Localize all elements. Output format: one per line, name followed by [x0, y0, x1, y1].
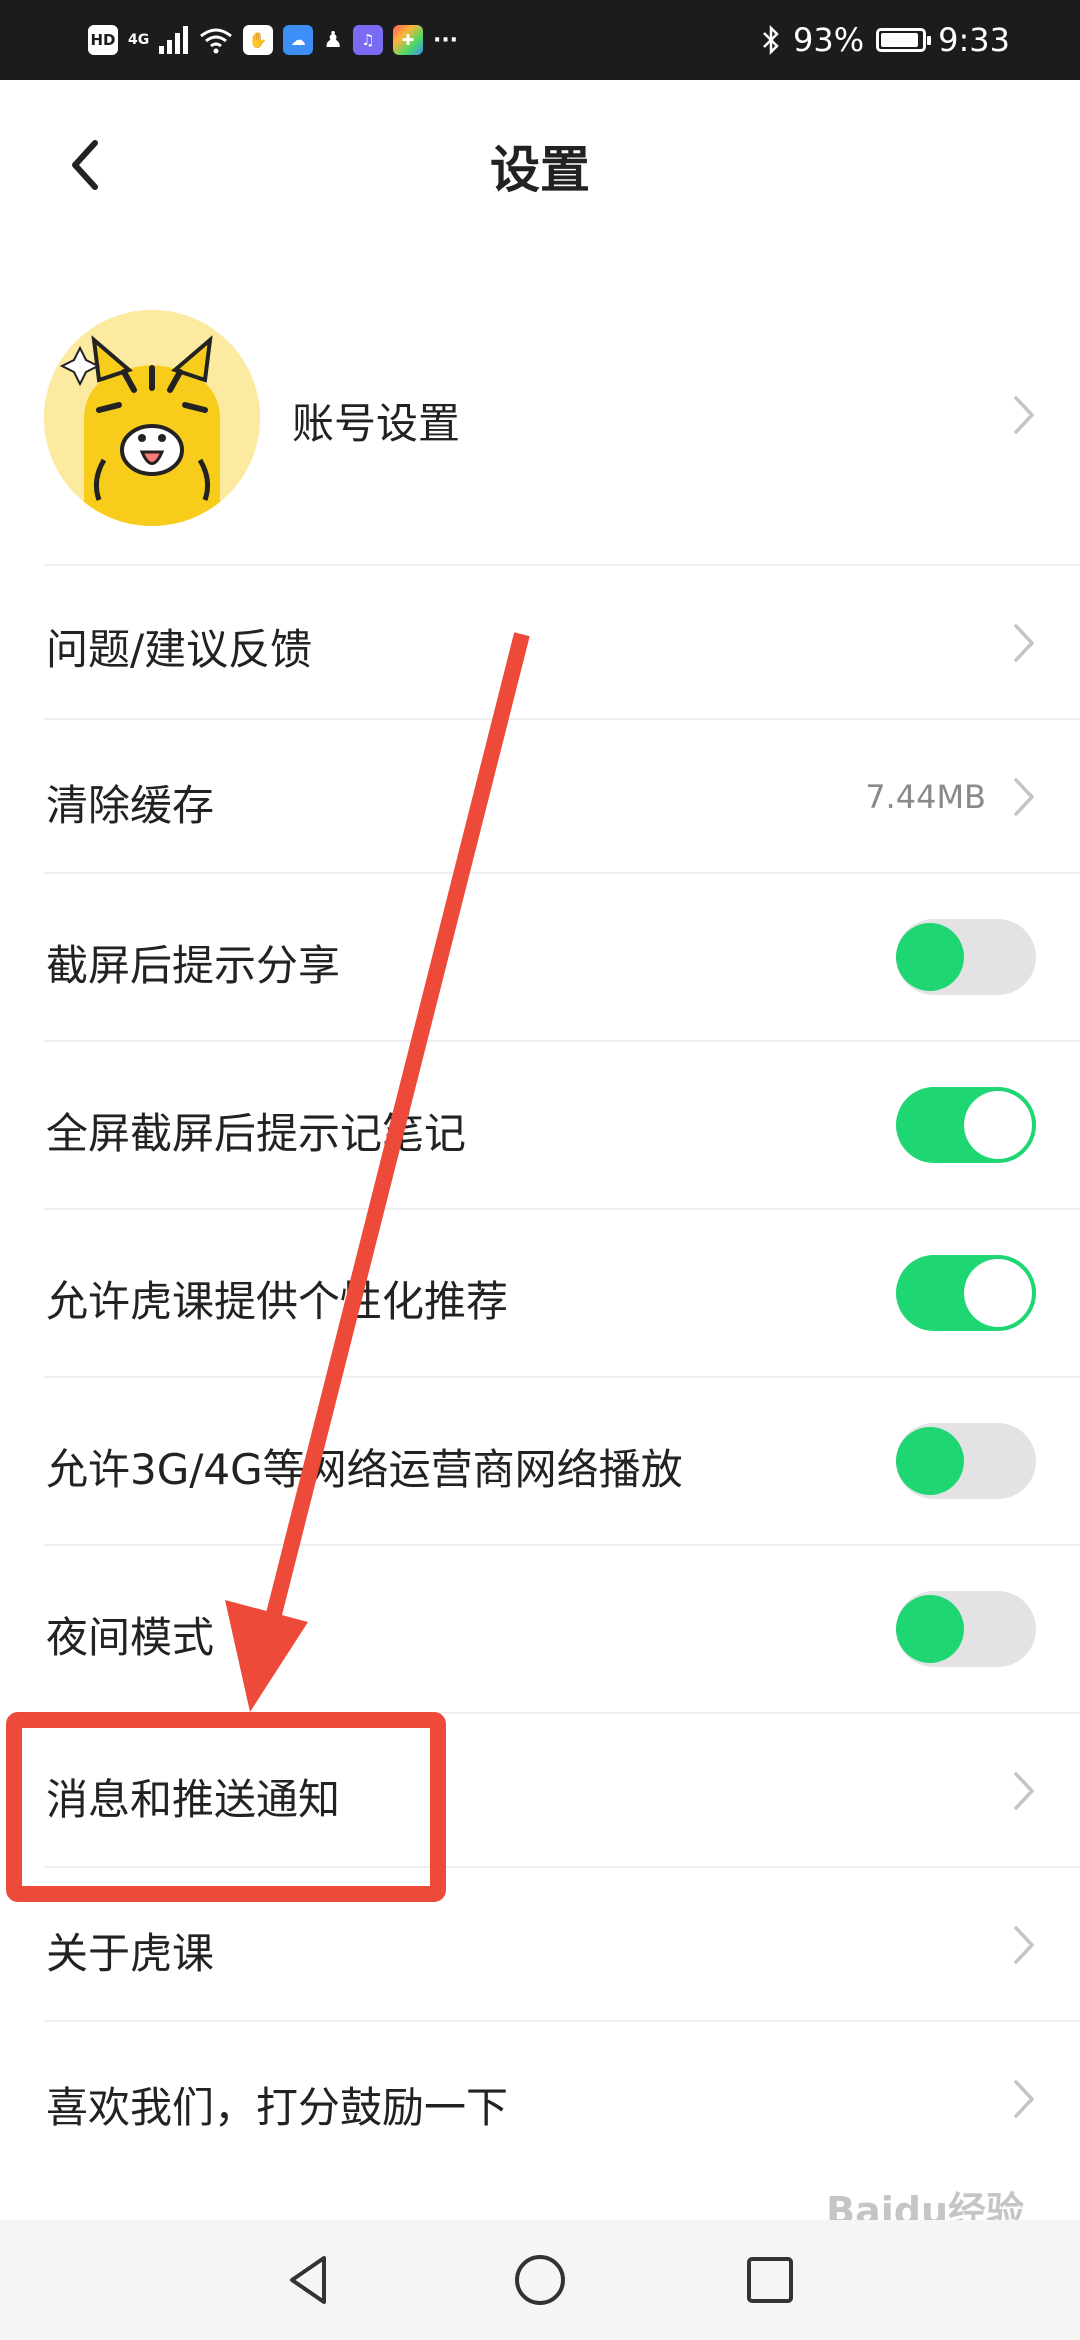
tiger-avatar-icon	[44, 310, 260, 526]
status-left-icons: HD 4G ✋ ☁ ♟ ♫ ✚ ···	[88, 20, 458, 60]
header: 设置	[0, 80, 1080, 250]
more-icon: ···	[432, 27, 459, 53]
bluetooth-icon	[763, 24, 779, 56]
row-label: 允许虎课提供个性化推荐	[46, 1277, 509, 1326]
app-icon: ✚	[392, 25, 423, 55]
status-bar: HD 4G ✋ ☁ ♟ ♫ ✚ ··· 93% 9:33	[0, 0, 1080, 80]
personalized-recommend-toggle[interactable]	[896, 1255, 1036, 1331]
chevron-right-icon	[1014, 624, 1034, 662]
screenshot-note-toggle[interactable]	[896, 1087, 1036, 1163]
screenshot-share-row: 截屏后提示分享	[0, 874, 1080, 1040]
chevron-right-icon	[1014, 778, 1034, 816]
account-settings-row[interactable]: 账号设置	[0, 290, 1080, 540]
clear-cache-row[interactable]: 清除缓存 7.44MB	[0, 720, 1080, 872]
toggle-knob	[964, 1091, 1032, 1159]
cache-size-value: 7.44MB	[865, 778, 986, 816]
personalized-recommend-row: 允许虎课提供个性化推荐	[0, 1210, 1080, 1376]
status-right: 93% 9:33	[761, 18, 1010, 62]
avatar[interactable]	[44, 310, 260, 526]
chevron-right-icon	[1014, 396, 1034, 434]
music-icon: ♫	[352, 25, 383, 55]
page-title: 设置	[490, 141, 590, 199]
system-nav-bar	[0, 2220, 1080, 2340]
feedback-row[interactable]: 问题/建议反馈	[0, 566, 1080, 718]
row-label: 问题/建议反馈	[46, 625, 313, 674]
chevron-right-icon	[1014, 1772, 1034, 1810]
hand-icon: ✋	[243, 25, 274, 55]
row-label: 截屏后提示分享	[46, 941, 341, 990]
toggle-knob	[896, 1427, 964, 1495]
row-label: 全屏截屏后提示记笔记	[46, 1109, 467, 1158]
mobile-network-play-toggle[interactable]	[896, 1423, 1036, 1499]
toggle-knob	[896, 1595, 964, 1663]
rate-us-row[interactable]: 喜欢我们，打分鼓励一下	[0, 2022, 1080, 2174]
row-label: 夜间模式	[46, 1613, 215, 1662]
night-mode-row: 夜间模式	[0, 1546, 1080, 1712]
battery-icon	[876, 28, 932, 52]
toggle-knob	[896, 923, 964, 991]
penguin-icon: ♟	[323, 27, 343, 53]
cloud-icon: ☁	[283, 25, 314, 55]
battery-fill	[881, 33, 919, 47]
chevron-right-icon	[1014, 2080, 1034, 2118]
clock: 9:33	[938, 21, 1010, 59]
annotation-highlight-box	[6, 1712, 446, 1902]
row-label: 清除缓存	[46, 781, 215, 830]
home-circle-icon[interactable]	[510, 2250, 570, 2310]
signal-icon	[159, 26, 189, 54]
row-label: 喜欢我们，打分鼓励一下	[46, 2083, 509, 2132]
toggle-knob	[964, 1259, 1032, 1327]
chevron-right-icon	[1014, 1926, 1034, 1964]
wifi-icon	[200, 28, 233, 54]
account-settings-label: 账号设置	[292, 399, 461, 448]
back-triangle-icon[interactable]	[280, 2250, 340, 2310]
battery-percent: 93%	[793, 21, 865, 59]
night-mode-toggle[interactable]	[896, 1591, 1036, 1667]
network-type-icon: 4G	[128, 32, 150, 48]
row-label: 允许3G/4G等网络运营商网络播放	[46, 1445, 683, 1494]
screenshot-note-row: 全屏截屏后提示记笔记	[0, 1042, 1080, 1208]
recents-square-icon[interactable]	[740, 2250, 800, 2310]
row-label: 关于虎课	[46, 1929, 215, 1978]
mobile-network-play-row: 允许3G/4G等网络运营商网络播放	[0, 1378, 1080, 1544]
screenshot-share-toggle[interactable]	[896, 919, 1036, 995]
hd-icon: HD	[88, 25, 118, 55]
